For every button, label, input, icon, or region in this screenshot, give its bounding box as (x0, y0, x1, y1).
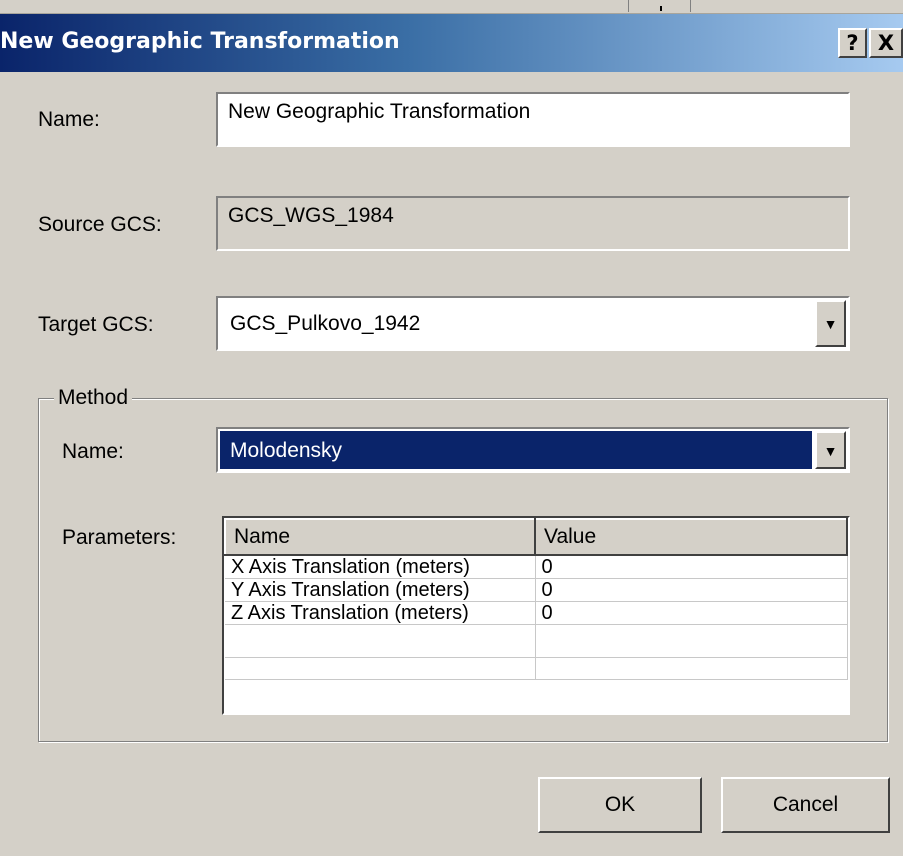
method-name-label: Name: (62, 440, 124, 463)
parameter-name-cell[interactable]: X Axis Translation (meters) (225, 555, 536, 579)
table-row[interactable] (225, 624, 848, 658)
ok-button[interactable]: OK (538, 777, 702, 833)
chevron-down-icon[interactable]: ▼ (815, 431, 846, 469)
table-row[interactable]: Y Axis Translation (meters) 0 (225, 578, 848, 602)
name-label: Name: (38, 108, 100, 131)
table-row[interactable] (225, 657, 848, 680)
name-input[interactable]: New Geographic Transformation (216, 92, 850, 147)
grid-header-row: Name Value (224, 518, 848, 556)
empty-cell[interactable] (535, 657, 848, 680)
parameter-name-cell[interactable]: Z Axis Translation (meters) (225, 601, 536, 625)
window-title: New Geographic Transformation (0, 29, 400, 54)
chevron-down-icon[interactable]: ▼ (815, 300, 846, 347)
method-group-title: Method (54, 386, 133, 410)
cancel-button[interactable]: Cancel (721, 777, 890, 833)
source-gcs-field: GCS_WGS_1984 (216, 196, 850, 251)
column-header-value[interactable]: Value (534, 518, 848, 556)
column-header-name[interactable]: Name (224, 518, 536, 556)
parameters-label: Parameters: (62, 526, 177, 549)
parameter-value-cell[interactable]: 0 (535, 601, 848, 625)
parameters-grid[interactable]: Name Value X Axis Translation (meters) 0… (222, 516, 850, 715)
table-row[interactable]: X Axis Translation (meters) 0 (225, 555, 848, 579)
help-button[interactable]: ? (838, 28, 867, 58)
empty-cell[interactable] (535, 624, 848, 658)
target-gcs-dropdown[interactable]: GCS_Pulkovo_1942 ▼ (216, 296, 850, 351)
strip-mark (660, 6, 662, 11)
empty-cell[interactable] (225, 657, 536, 680)
parent-window-strip (0, 0, 903, 14)
empty-cell[interactable] (225, 624, 536, 658)
source-gcs-label: Source GCS: (38, 213, 162, 236)
method-dropdown[interactable]: Molodensky ▼ (216, 427, 850, 473)
parameter-name-cell[interactable]: Y Axis Translation (meters) (225, 578, 536, 602)
close-button[interactable]: X (869, 28, 903, 58)
title-bar[interactable]: New Geographic Transformation ? X (0, 14, 903, 72)
target-gcs-label: Target GCS: (38, 313, 154, 336)
strip-divider (628, 0, 629, 12)
strip-divider (690, 0, 691, 12)
table-row[interactable]: Z Axis Translation (meters) 0 (225, 601, 848, 625)
parameter-value-cell[interactable]: 0 (535, 555, 848, 579)
method-value: Molodensky (220, 431, 812, 469)
parameter-value-cell[interactable]: 0 (535, 578, 848, 602)
target-gcs-value: GCS_Pulkovo_1942 (230, 312, 421, 335)
